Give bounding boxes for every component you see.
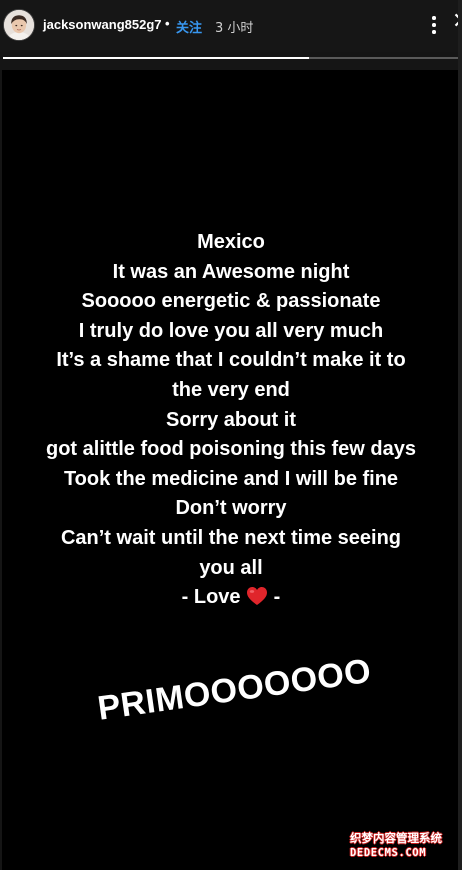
sign-off-prefix: - Love bbox=[181, 586, 241, 609]
separator-dot: • bbox=[165, 16, 170, 31]
story-progress-fill bbox=[3, 57, 309, 59]
story-text-line: Mexico bbox=[197, 231, 265, 253]
follow-button[interactable]: 关注 bbox=[176, 17, 202, 36]
watermark-title: 织梦内容管理系统 bbox=[350, 833, 442, 845]
story-text-line: I truly do love you all very much bbox=[78, 319, 384, 342]
story-text-line: you all bbox=[199, 556, 263, 579]
story-text-line: Sooooo energetic & passionate bbox=[81, 290, 381, 313]
story-text-line: the very end bbox=[172, 378, 290, 401]
post-timestamp: 3 小时 bbox=[215, 21, 254, 36]
story-text-line: Took the medicine and I will be fine bbox=[63, 467, 399, 490]
more-options-icon[interactable] bbox=[424, 13, 444, 37]
avatar-icon bbox=[4, 10, 34, 40]
watermark: 织梦内容管理系统 DEDECMS.COM bbox=[350, 833, 442, 859]
story-text-line: It was an Awesome night bbox=[112, 260, 350, 283]
sign-off-line: - Love - bbox=[0, 583, 462, 613]
story-progress-bar bbox=[3, 57, 459, 59]
username-link[interactable]: jacksonwang852g7 bbox=[43, 17, 162, 32]
sign-off-suffix: - bbox=[273, 586, 281, 609]
red-heart-icon bbox=[247, 587, 268, 606]
watermark-domain: DEDECMS.COM bbox=[350, 847, 427, 859]
story-text-line: It’s a shame that I couldn’t make it to bbox=[56, 349, 406, 372]
story-text-line: Can’t wait until the next time seeing bbox=[60, 526, 402, 549]
story-viewer: jacksonwang852g7 • 关注 3 小时 ✕ Mexico It w… bbox=[0, 0, 462, 870]
right-edge-strip bbox=[458, 0, 462, 870]
story-text-block: Mexico It was an Awesome night Sooooo en… bbox=[0, 228, 462, 613]
story-text-line: got alittle food poisoning this few days bbox=[46, 438, 416, 461]
story-text-line: Don’t worry bbox=[175, 497, 287, 520]
user-avatar[interactable] bbox=[4, 10, 34, 40]
story-header: jacksonwang852g7 • 关注 3 小时 ✕ bbox=[0, 0, 462, 52]
story-text-line: Sorry about it bbox=[165, 408, 296, 431]
